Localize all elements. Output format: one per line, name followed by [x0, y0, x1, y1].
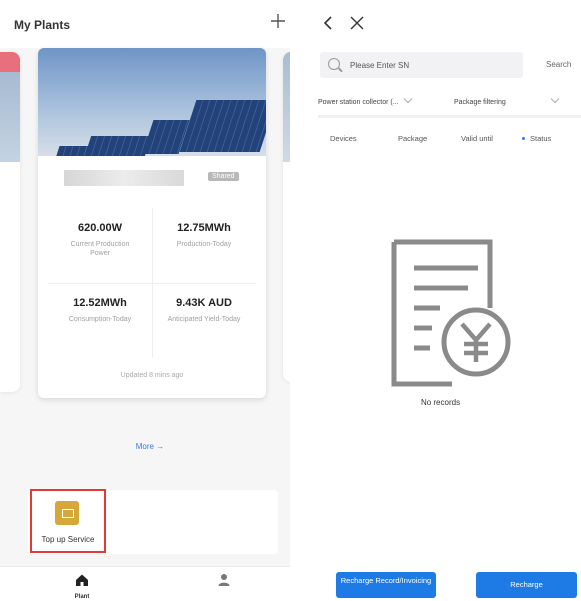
add-plant-button[interactable]: [268, 12, 288, 32]
page-title: My Plants: [14, 18, 71, 32]
stat-current-power: 620.00W Current Production Power: [70, 222, 130, 257]
app-root: My Plants Shared 620.00W Current Product…: [0, 0, 581, 601]
top-up-service-button[interactable]: Top up Service: [30, 489, 106, 553]
filter-bar: Power station collector (... Package fil…: [318, 92, 581, 118]
tab-me[interactable]: [204, 573, 244, 594]
plus-icon: [271, 14, 285, 28]
top-up-service-screen: Search Power station collector (... Pack…: [300, 0, 581, 601]
close-icon: [350, 16, 364, 30]
header: My Plants: [0, 0, 290, 48]
top-up-label: Top up Service: [41, 535, 95, 544]
column-status[interactable]: Status: [522, 134, 551, 143]
filter-package[interactable]: Package filtering: [454, 94, 560, 106]
next-plant-card[interactable]: [283, 52, 290, 382]
user-icon: [218, 574, 230, 586]
plant-image: [38, 48, 266, 156]
tab-plant[interactable]: Plant: [62, 573, 102, 600]
stat-production-today: 12.75MWh Production-Today: [176, 222, 232, 248]
recharge-button[interactable]: Recharge: [476, 572, 577, 598]
search-icon: [328, 58, 340, 70]
plant-card[interactable]: Shared 620.00W Current Production Power …: [38, 48, 266, 398]
filter-collector[interactable]: Power station collector (...: [318, 94, 412, 106]
back-chevron-icon: [323, 16, 332, 30]
document-yen-icon: [391, 239, 511, 387]
column-valid-until: Valid until: [461, 134, 493, 143]
chevron-down-icon: [403, 94, 412, 104]
back-button[interactable]: [322, 14, 334, 35]
plant-name-blurred: [64, 170, 184, 186]
updated-time: Updated 8 mins ago: [120, 372, 184, 379]
column-devices: Devices: [330, 134, 357, 143]
search-input[interactable]: [350, 58, 510, 72]
previous-plant-card[interactable]: [0, 52, 20, 392]
search-bar: [320, 52, 523, 78]
top-up-icon: [55, 501, 79, 525]
chevron-down-icon: [550, 94, 560, 104]
shared-badge: Shared: [208, 172, 239, 181]
more-link[interactable]: More →: [0, 442, 290, 451]
search-button[interactable]: Search: [546, 60, 571, 69]
recharge-records-button[interactable]: Recharge Record/Invoicing: [336, 572, 436, 598]
home-icon: [76, 574, 88, 586]
plant-stats: 620.00W Current Production Power 12.75MW…: [48, 208, 256, 358]
my-plants-screen: My Plants Shared 620.00W Current Product…: [0, 0, 290, 601]
stat-consumption-today: 12.52MWh Consumption-Today: [68, 297, 132, 323]
tab-bar: Plant: [0, 566, 290, 601]
table-header: Devices Package Valid until Status: [318, 134, 581, 148]
empty-state-text: No records: [420, 398, 461, 407]
column-package: Package: [398, 134, 428, 143]
stat-yield-today: 9.43K AUD Anticipated Yield-Today: [167, 297, 241, 323]
sort-indicator-icon: [522, 137, 525, 140]
close-button[interactable]: [350, 14, 364, 35]
